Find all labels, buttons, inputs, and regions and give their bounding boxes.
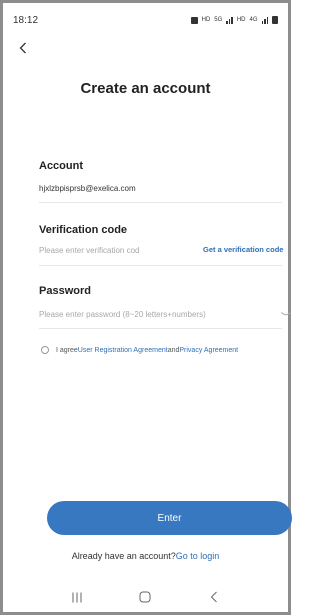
enter-button-label: Enter [157, 512, 182, 524]
account-label: Account [39, 160, 83, 172]
battery-icon [272, 16, 278, 24]
agreement-radio[interactable] [41, 346, 49, 354]
status-time: 18:12 [13, 14, 39, 26]
eye-closed-icon[interactable] [281, 312, 291, 317]
back-icon [210, 591, 217, 603]
signal-icon [226, 16, 233, 24]
account-field[interactable]: hjxlzbpisprsb@exelica.com [39, 184, 136, 193]
alarm-icon [190, 16, 198, 24]
status-icons: HD 5G HD 4G [190, 16, 278, 24]
home-button[interactable] [135, 588, 155, 606]
login-prompt: Already have an account?Go to login [3, 551, 288, 561]
hd-icon: HD [236, 17, 246, 23]
phone-frame: 18:12 HD 5G HD 4G Create an account Acco… [0, 0, 292, 615]
get-verification-code-button[interactable]: Get a verification code [203, 245, 283, 254]
verification-code-input[interactable]: Please enter verification cod [39, 246, 140, 255]
privacy-agreement-link[interactable]: Privacy Agreement [179, 347, 238, 354]
verification-underline [39, 265, 282, 266]
hd-icon: HD [201, 17, 211, 23]
password-label: Password [39, 285, 91, 297]
agreement-row: I agree User Registration Agreement and … [41, 346, 238, 354]
5g-icon: 5G [214, 17, 223, 23]
enter-button[interactable]: Enter [47, 501, 292, 535]
account-underline [39, 202, 282, 203]
chevron-left-icon [19, 42, 26, 54]
system-nav-bar [3, 586, 288, 608]
status-bar: 18:12 HD 5G HD 4G [13, 11, 278, 29]
system-back-button[interactable] [204, 588, 224, 606]
user-registration-agreement-link[interactable]: User Registration Agreement [78, 347, 168, 354]
recent-apps-icon [72, 592, 82, 602]
verification-label: Verification code [39, 224, 128, 236]
agreement-prefix: I agree [56, 346, 78, 354]
password-underline [39, 328, 282, 329]
agreement-and: and [167, 346, 180, 354]
password-input[interactable]: Please enter password (8~20 letters+numb… [39, 310, 206, 319]
4g-icon: 4G [249, 17, 258, 23]
login-prompt-text: Already have an account? [71, 551, 176, 561]
signal-icon [261, 16, 268, 24]
back-button[interactable] [15, 39, 31, 57]
recent-apps-button[interactable] [67, 588, 87, 606]
go-to-login-link[interactable]: Go to login [176, 551, 220, 561]
home-icon [139, 591, 151, 603]
page-title: Create an account [80, 80, 211, 97]
